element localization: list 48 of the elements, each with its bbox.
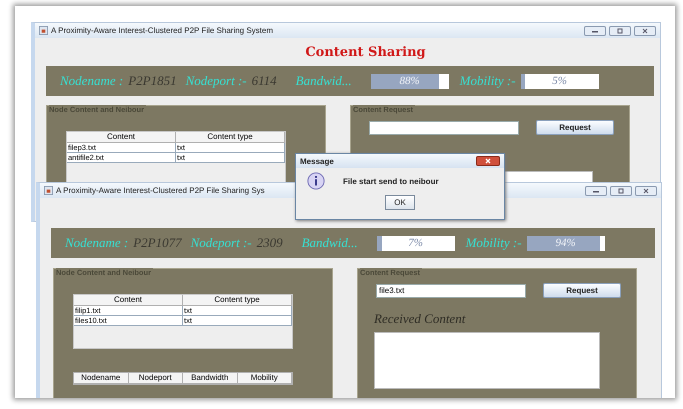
nodeport-label: Nodeport :-: [190, 235, 252, 251]
page-heading: Content Sharing: [305, 44, 426, 60]
maximize-button[interactable]: [609, 26, 631, 36]
nodename-label: Nodename :: [60, 73, 124, 89]
close-icon: [641, 188, 651, 194]
maximize-icon: [616, 188, 626, 194]
maximize-button[interactable]: [610, 186, 632, 196]
column-header[interactable]: Content: [67, 132, 176, 143]
nodeport-value: 2309: [256, 235, 283, 251]
nodeport-value: 6114: [252, 73, 277, 89]
bandwidth-reading: 88%: [398, 74, 421, 88]
mobility-label: Mobility :-: [460, 73, 516, 89]
nodeport-label: Nodeport :-: [186, 73, 247, 89]
column-header[interactable]: Content: [74, 295, 183, 306]
dialog-message: File start send to neibour: [343, 176, 439, 186]
window-title: A Proximity-Aware Interest-Clustered P2P File Sharing Sys: [56, 186, 265, 195]
mobility-reading: 5%: [551, 74, 568, 88]
mobility-reading: 94%: [554, 236, 577, 250]
received-content-label: Received Content: [374, 311, 467, 327]
column-header[interactable]: Content type: [176, 132, 285, 143]
column-header[interactable]: Nodeport: [128, 373, 183, 384]
column-header[interactable]: Content type: [183, 295, 292, 306]
close-button[interactable]: [476, 156, 500, 166]
bandwidth-label: Bandwid...: [302, 235, 358, 251]
maximize-icon: [615, 28, 625, 34]
ok-button[interactable]: OK: [385, 195, 415, 210]
file-name-field[interactable]: [369, 120, 519, 134]
window-title: A Proximity-Aware Interest-Clustered P2P File Sharing System: [51, 26, 274, 35]
close-icon: [483, 158, 493, 164]
file-name-field[interactable]: file3.txt: [376, 284, 526, 298]
nodename-label: Nodename :: [65, 235, 128, 251]
nodename-value: P2P1851: [128, 73, 177, 89]
column-header[interactable]: Nodename: [74, 373, 128, 384]
minimize-button[interactable]: [585, 186, 607, 196]
close-button[interactable]: [634, 26, 656, 36]
bandwidth-reading: 7%: [407, 236, 424, 250]
dialog-title: Message: [300, 156, 334, 166]
close-icon: [640, 28, 650, 34]
mobility-label: Mobility :-: [466, 235, 522, 251]
column-header[interactable]: Bandwidth: [183, 373, 238, 384]
column-header[interactable]: Mobility: [238, 373, 292, 384]
close-button[interactable]: [635, 186, 657, 196]
bandwidth-label: Bandwid...: [296, 73, 352, 89]
nodename-value: P2P1077: [133, 235, 182, 251]
request-button[interactable]: Request: [543, 283, 621, 298]
info-icon: [307, 172, 325, 190]
request-button[interactable]: Request: [536, 120, 614, 135]
minimize-button[interactable]: [584, 26, 606, 36]
